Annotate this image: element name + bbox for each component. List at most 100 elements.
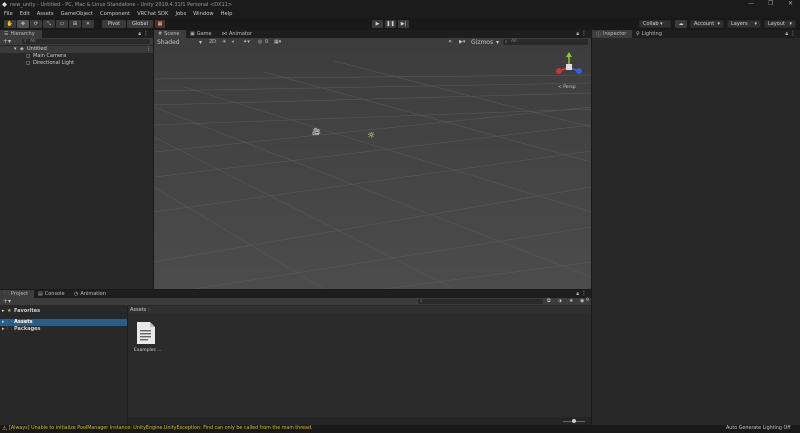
tab-game[interactable]: ▣ Game: [186, 30, 218, 38]
rotate-tool-button[interactable]: ⟳: [30, 20, 42, 28]
menu-file[interactable]: File: [4, 11, 13, 17]
step-button[interactable]: ▶|: [398, 20, 409, 28]
maximize-button[interactable]: ❐: [768, 0, 773, 7]
expand-arrow-icon[interactable]: ▸: [2, 319, 5, 325]
grid-toggle-icon[interactable]: ▦▾: [274, 39, 281, 45]
lock-icon[interactable]: 🔒︎: [576, 31, 579, 37]
tab-animation[interactable]: ◷ Animation: [70, 290, 112, 298]
menu-vrchat-sdk[interactable]: VRChat SDK: [137, 11, 168, 17]
kebab-menu-icon[interactable]: ⋮: [146, 46, 151, 52]
play-button[interactable]: ▶: [372, 20, 383, 28]
console-message[interactable]: [Always] Unable to initialize PoolManage…: [9, 426, 313, 431]
hand-tool-button[interactable]: ✋: [4, 20, 16, 28]
expand-arrow-icon[interactable]: ▾: [14, 46, 17, 52]
tools-icon[interactable]: ✕: [448, 39, 452, 45]
lighting-toggle-icon[interactable]: ☀: [222, 39, 226, 45]
orientation-gizmo[interactable]: [552, 51, 586, 81]
cloud-icon: ☁: [678, 21, 684, 27]
pause-icon: ❚❚: [386, 21, 395, 27]
collab-dropdown[interactable]: Collab ▾: [639, 20, 671, 28]
scale-tool-button[interactable]: ⤡: [43, 20, 55, 28]
hierarchy-panel: ☰ Hierarchy 🔒︎ ⋮ +▾ ⌕ All ▾ ◈ Untitled ⋮…: [0, 30, 153, 289]
menu-help[interactable]: Help: [221, 11, 233, 17]
transform-icon: ⊞: [72, 21, 78, 27]
custom-tool-button[interactable]: ✕: [82, 20, 94, 28]
project-search-input[interactable]: ⌕: [418, 299, 543, 304]
menu-gameobject[interactable]: GameObject: [61, 11, 93, 17]
hidden-packages-icon[interactable]: ◉: [580, 298, 584, 304]
mode-2d-toggle[interactable]: 2D: [209, 39, 216, 45]
packages-row[interactable]: ▸ 🗀 Packages: [0, 326, 127, 333]
scene-grid: [154, 47, 591, 289]
tools-icon: ✕: [85, 21, 91, 27]
account-dropdown[interactable]: Account ▾: [690, 20, 724, 28]
scene-row[interactable]: ▾ ◈ Untitled ⋮: [0, 46, 153, 53]
camera-gizmo-icon[interactable]: 🎥︎: [312, 128, 321, 136]
menu-edit[interactable]: Edit: [20, 11, 30, 17]
layers-dropdown[interactable]: Layers ▾: [727, 20, 761, 28]
light-gizmo-icon[interactable]: ☼: [367, 131, 375, 141]
menu-window[interactable]: Window: [193, 11, 213, 17]
transform-tool-button[interactable]: ⊞: [69, 20, 81, 28]
tab-inspector[interactable]: ⓘ Inspector: [592, 30, 632, 38]
axis-gizmo-icon: [556, 52, 582, 74]
project-footer: [128, 417, 591, 425]
expand-arrow-icon[interactable]: ▸: [2, 326, 5, 332]
lock-icon[interactable]: 🔒︎: [138, 31, 141, 37]
layout-dropdown[interactable]: Layout ▾: [764, 20, 796, 28]
close-button[interactable]: ✕: [788, 0, 793, 7]
scene-viewport[interactable]: 🎥︎ ☼ < Persp: [154, 47, 591, 289]
auto-lighting-status[interactable]: Auto Generate Lighting Off: [726, 426, 791, 431]
list-item[interactable]: ◻ Directional Light: [0, 60, 153, 67]
gizmos-dropdown[interactable]: Gizmos ▾: [471, 39, 499, 46]
chevron-down-icon: ▾: [198, 39, 202, 46]
tab-project[interactable]: 🗀 Project: [0, 290, 34, 298]
list-item[interactable]: ◻ Main Camera: [0, 53, 153, 60]
hierarchy-search-input[interactable]: ⌕ All: [22, 39, 150, 44]
kebab-menu-icon[interactable]: ⋮: [790, 30, 796, 37]
animator-icon: ⋈: [222, 31, 227, 37]
kebab-menu-icon[interactable]: ⋮: [581, 290, 587, 297]
add-button[interactable]: +▾: [3, 38, 11, 45]
favorite-icon[interactable]: ★: [569, 298, 573, 304]
search-by-type-icon[interactable]: ⧉: [547, 298, 551, 304]
tab-hierarchy[interactable]: ☰ Hierarchy: [0, 30, 42, 38]
favorites-row[interactable]: ▸ ★ Favorites: [0, 308, 127, 315]
snap-button[interactable]: ▦: [155, 20, 165, 28]
lock-icon[interactable]: 🔒︎: [576, 291, 579, 297]
camera-settings-icon[interactable]: ▶▾: [459, 39, 465, 45]
search-by-label-icon[interactable]: ⬗: [558, 298, 562, 304]
tab-animator[interactable]: ⋈ Animator: [218, 30, 258, 38]
lock-icon[interactable]: 🔒︎: [785, 31, 788, 37]
menu-assets[interactable]: Assets: [37, 11, 54, 17]
kebab-menu-icon[interactable]: ⋮: [143, 30, 149, 37]
global-toggle[interactable]: Global: [127, 20, 153, 28]
zoom-slider-thumb[interactable]: [572, 419, 576, 423]
pivot-toggle[interactable]: Pivot: [102, 20, 126, 28]
persp-label[interactable]: < Persp: [558, 85, 576, 90]
menu-component[interactable]: Component: [100, 11, 130, 17]
breadcrumb-separator-icon: ›: [148, 307, 150, 313]
scene-search-input[interactable]: ⌕ All: [503, 39, 588, 45]
assets-row[interactable]: ▸ 🗀 Assets: [0, 319, 127, 326]
create-button[interactable]: +▾: [3, 298, 11, 305]
breadcrumb-assets[interactable]: Assets: [130, 307, 146, 313]
effects-toggle-icon[interactable]: ✦▾: [243, 39, 250, 45]
tab-scene[interactable]: # Scene: [154, 30, 186, 38]
gameobject-icon: ◻: [26, 53, 31, 59]
kebab-menu-icon[interactable]: ⋮: [581, 30, 587, 37]
tab-scene-label: Scene: [164, 31, 180, 37]
tab-lighting[interactable]: ♀ Lighting: [632, 30, 668, 38]
rect-tool-button[interactable]: ▭: [56, 20, 68, 28]
move-tool-button[interactable]: ✥: [17, 20, 29, 28]
hidden-objects-icon[interactable]: ◎: [258, 39, 262, 45]
cloud-button[interactable]: ☁: [675, 20, 687, 28]
menu-jobs[interactable]: Jobs: [175, 11, 186, 17]
expand-arrow-icon[interactable]: ▸: [2, 308, 5, 314]
asset-item[interactable]: [135, 321, 157, 345]
minimize-button[interactable]: —: [748, 0, 754, 7]
audio-toggle-icon[interactable]: 🔈︎: [232, 39, 235, 45]
tab-console[interactable]: ▤ Console: [34, 290, 70, 298]
shading-dropdown[interactable]: Shaded ▾: [155, 39, 204, 46]
pause-button[interactable]: ❚❚: [385, 20, 396, 28]
